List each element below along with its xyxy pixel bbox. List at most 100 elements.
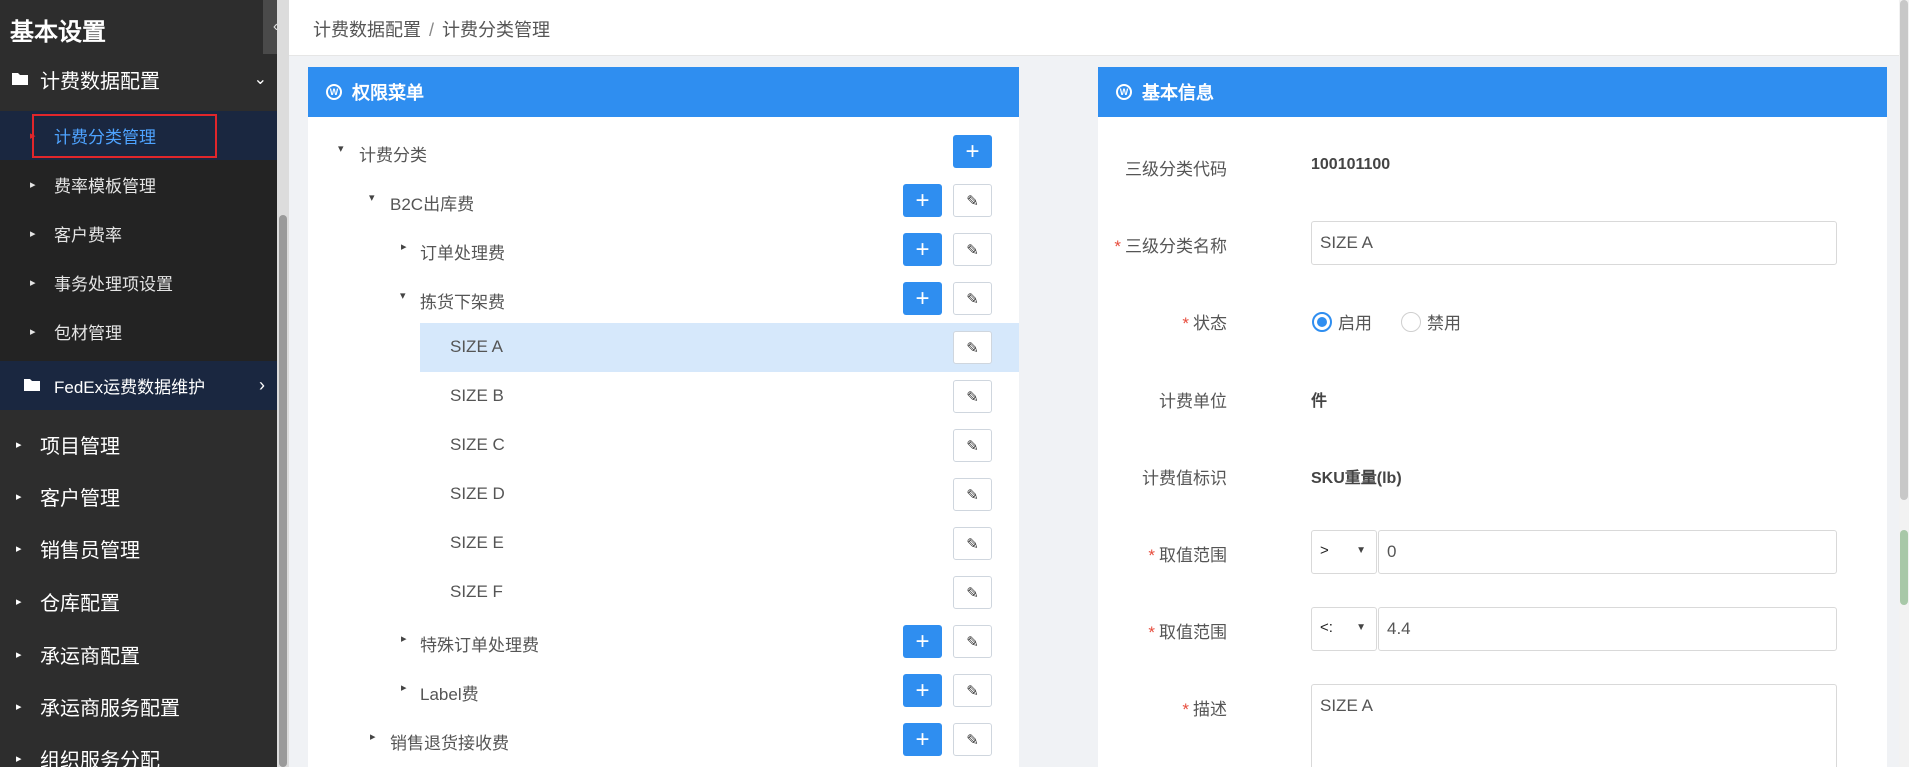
sidebar-item-org-service[interactable]: ▸ 组织服务分配 xyxy=(0,732,277,767)
radio-checked-icon xyxy=(1312,311,1332,332)
wordpress-icon: W xyxy=(1116,84,1132,100)
tree-node[interactable]: ▸ 特殊订单处理费 + ✎ xyxy=(308,617,1019,666)
sidebar-item-label: 客户费率 xyxy=(54,226,122,245)
edit-button[interactable]: ✎ xyxy=(953,331,992,364)
edit-button[interactable]: ✎ xyxy=(953,625,992,658)
edit-button[interactable]: ✎ xyxy=(953,723,992,756)
add-button[interactable]: + xyxy=(903,674,942,707)
tree-node[interactable]: ▸ 销售退货接收费 + ✎ xyxy=(308,715,1019,764)
edit-button[interactable]: ✎ xyxy=(953,380,992,413)
range-1-operator-select[interactable]: > ▼ xyxy=(1311,530,1377,574)
sidebar-item-label: 承运商服务配置 xyxy=(40,697,180,720)
form-row-name: * 三级分类名称 SIZE A xyxy=(1098,221,1887,281)
folder-icon xyxy=(24,376,40,396)
edit-button[interactable]: ✎ xyxy=(953,527,992,560)
caret-right-icon[interactable]: ▸ xyxy=(401,632,407,645)
scrollbar-thumb[interactable] xyxy=(1900,0,1908,500)
tree-node[interactable]: SIZE B ✎ xyxy=(308,372,1019,421)
add-button[interactable]: + xyxy=(903,625,942,658)
edit-button[interactable]: ✎ xyxy=(953,282,992,315)
caret-down-icon: ▼ xyxy=(1356,545,1366,556)
tree-node[interactable]: ▾ 计费分类 + xyxy=(308,127,1019,176)
top-bar: 计费数据配置 / 计费分类管理 xyxy=(289,0,1909,56)
chevron-down-icon: ⌄ xyxy=(253,71,267,88)
status-radio-disabled[interactable]: 禁用 xyxy=(1401,309,1461,334)
page-scrollbar[interactable] xyxy=(1899,0,1909,767)
sidebar: 基本设置 ‹ 计费数据配置 ⌄ ▸ 计费分类管理 ▸ 费率模板管理 ▸ 客户费率… xyxy=(0,0,288,767)
status-label: * 状态 xyxy=(1182,309,1227,334)
edit-button[interactable]: ✎ xyxy=(953,233,992,266)
edit-button[interactable]: ✎ xyxy=(953,478,992,511)
folder-icon xyxy=(12,68,28,91)
panel-title: 基本信息 xyxy=(1142,83,1214,103)
panel-header: W 基本信息 xyxy=(1098,67,1887,117)
sidebar-item-warehouse[interactable]: ▸ 仓库配置 xyxy=(0,575,277,627)
tree-node[interactable]: SIZE F ✎ xyxy=(308,568,1019,617)
caret-right-icon[interactable]: ▸ xyxy=(370,730,376,743)
breadcrumb-parent[interactable]: 计费数据配置 xyxy=(313,20,421,40)
sidebar-group-billing[interactable]: 计费数据配置 ⌄ xyxy=(0,58,277,100)
range-2-operator-select[interactable]: <: ▼ xyxy=(1311,607,1377,651)
caret-down-icon[interactable]: ▾ xyxy=(369,191,375,204)
sidebar-item-sales[interactable]: ▸ 销售员管理 xyxy=(0,522,277,574)
sidebar-item-carrier-service[interactable]: ▸ 承运商服务配置 xyxy=(0,680,277,732)
tree-node[interactable]: SIZE E ✎ xyxy=(308,519,1019,568)
sidebar-item-label: 仓库配置 xyxy=(40,592,120,615)
tree-node[interactable]: ▾ 拣货下架费 + ✎ xyxy=(308,274,1019,323)
tree-node-label: SIZE A xyxy=(450,337,503,356)
tree-node[interactable]: SIZE C ✎ xyxy=(308,421,1019,470)
desc-textarea[interactable]: SIZE A xyxy=(1311,684,1837,767)
sidebar-item-fedex[interactable]: FedEx运费数据维护 › xyxy=(0,361,277,410)
tree-node-label: 计费分类 xyxy=(359,146,427,165)
range-2-value-input[interactable]: 4.4 xyxy=(1378,607,1837,651)
caret-right-icon[interactable]: ▸ xyxy=(401,240,407,253)
caret-right-icon: ▸ xyxy=(16,648,22,661)
scrollbar-thumb[interactable] xyxy=(279,215,287,767)
range-1-value-input[interactable]: 0 xyxy=(1378,530,1837,574)
caret-right-icon: ▸ xyxy=(16,490,22,503)
tree-node-label: 特殊订单处理费 xyxy=(420,636,539,655)
add-button[interactable]: + xyxy=(903,723,942,756)
edit-button[interactable]: ✎ xyxy=(953,429,992,462)
sidebar-scrollbar[interactable] xyxy=(277,0,289,767)
status-radio-enabled[interactable]: 启用 xyxy=(1312,309,1372,334)
edit-button[interactable]: ✎ xyxy=(953,674,992,707)
add-button[interactable]: + xyxy=(903,233,942,266)
edit-button[interactable]: ✎ xyxy=(953,576,992,609)
caret-right-icon: ▸ xyxy=(16,595,22,608)
tree-node-selected[interactable]: SIZE A ✎ xyxy=(308,323,1019,372)
caret-down-icon[interactable]: ▾ xyxy=(400,289,406,302)
caret-down-icon[interactable]: ▾ xyxy=(338,142,344,155)
form-row-unit: 计费单位 件 xyxy=(1098,387,1887,447)
sidebar-title: 基本设置 xyxy=(10,19,106,46)
tree-node-label: SIZE D xyxy=(450,484,505,503)
sidebar-item-rate-template[interactable]: ▸ 费率模板管理 xyxy=(0,160,277,209)
add-button[interactable]: + xyxy=(953,135,992,168)
sidebar-item-billing-category[interactable]: ▸ 计费分类管理 xyxy=(0,111,277,160)
tree-node[interactable]: ▾ B2C出库费 + ✎ xyxy=(308,176,1019,225)
panel-header: W 权限菜单 xyxy=(308,67,1019,117)
desc-label-text: 描述 xyxy=(1193,700,1227,719)
scrollbar-grip[interactable] xyxy=(1900,530,1908,605)
panel-title: 权限菜单 xyxy=(352,83,424,103)
sidebar-item-customer-rate[interactable]: ▸ 客户费率 xyxy=(0,209,277,258)
tree-node[interactable]: ▸ 订单处理费 + ✎ xyxy=(308,225,1019,274)
range-2-label: * 取值范围 xyxy=(1148,618,1227,643)
add-button[interactable]: + xyxy=(903,184,942,217)
sidebar-item-carrier[interactable]: ▸ 承运商配置 xyxy=(0,628,277,680)
add-button[interactable]: + xyxy=(903,282,942,315)
flag-value: SKU重量(lb) xyxy=(1311,470,1402,487)
sidebar-item-transaction-settings[interactable]: ▸ 事务处理项设置 xyxy=(0,258,277,307)
tree-node[interactable]: SIZE D ✎ xyxy=(308,470,1019,519)
sidebar-item-customer[interactable]: ▸ 客户管理 xyxy=(0,470,277,522)
caret-right-icon[interactable]: ▸ xyxy=(401,681,407,694)
sidebar-item-packaging[interactable]: ▸ 包材管理 xyxy=(0,307,277,356)
sidebar-item-project[interactable]: ▸ 项目管理 xyxy=(0,418,277,470)
sidebar-item-label: 销售员管理 xyxy=(40,539,140,562)
sidebar-item-label: 客户管理 xyxy=(40,487,120,510)
edit-button[interactable]: ✎ xyxy=(953,184,992,217)
tree-node[interactable]: ▸ Label费 + ✎ xyxy=(308,666,1019,715)
caret-right-icon: ▸ xyxy=(30,179,36,191)
name-input[interactable]: SIZE A xyxy=(1311,221,1837,265)
required-mark: * xyxy=(1114,237,1121,256)
